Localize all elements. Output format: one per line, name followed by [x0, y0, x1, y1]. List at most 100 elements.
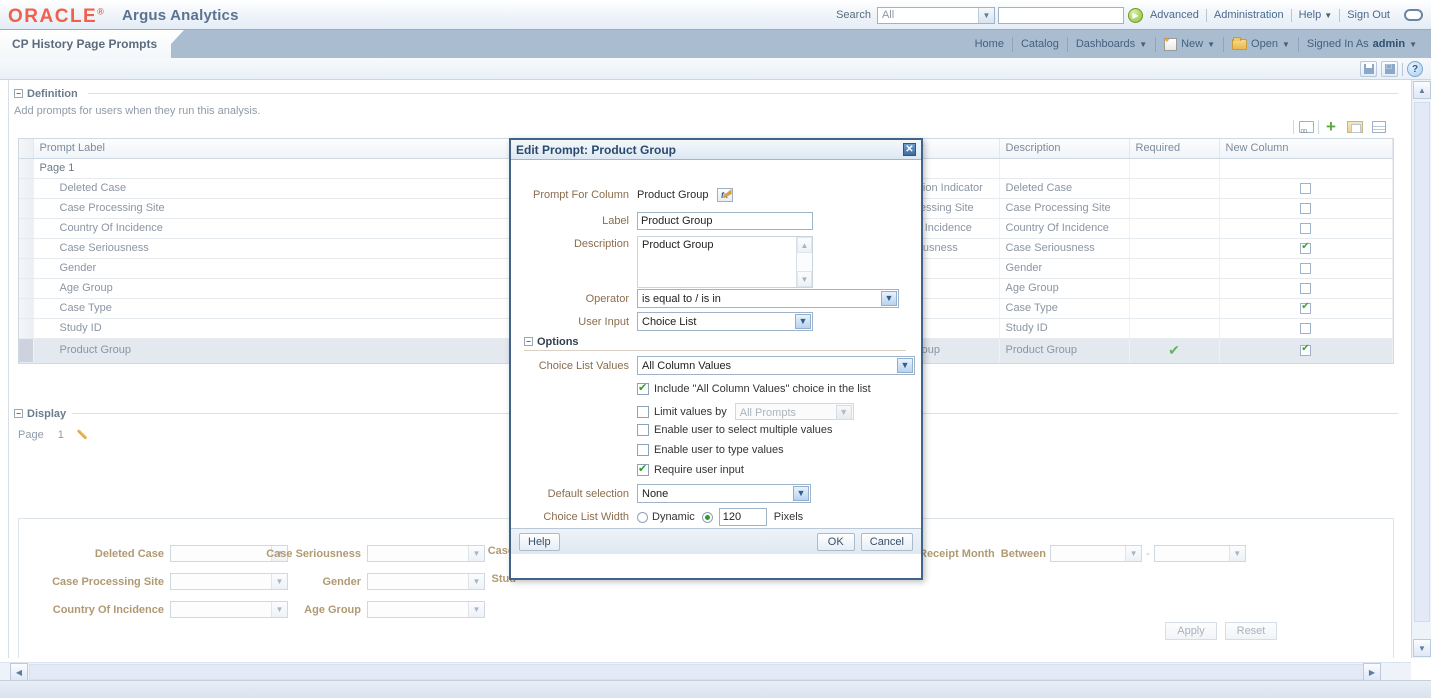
save-as-button[interactable]: [1381, 61, 1398, 77]
vertical-scrollbar[interactable]: ▲ ▼: [1411, 80, 1431, 658]
col-prompt-label[interactable]: Prompt Label: [33, 139, 514, 159]
option-enable-multiple-values[interactable]: Enable user to select multiple values: [637, 424, 833, 436]
checkbox-enable-type-values[interactable]: [637, 444, 649, 456]
display-field-age-group: Age Group ▼: [249, 601, 485, 618]
display-section-header[interactable]: − Display: [14, 406, 66, 421]
radio-width-pixels[interactable]: [701, 511, 713, 523]
description-scrollbar[interactable]: ▲ ▼: [796, 237, 812, 287]
nav-item-dashboards[interactable]: Dashboards ▼: [1068, 38, 1155, 50]
help-button[interactable]: Help: [519, 532, 560, 551]
nav-item-home[interactable]: Home: [967, 38, 1012, 50]
label-input[interactable]: Product Group: [637, 212, 813, 230]
description-textarea[interactable]: Product Group ▲ ▼: [637, 236, 813, 288]
nav-item-new[interactable]: New▼: [1156, 35, 1223, 51]
option-enable-type-values[interactable]: Enable user to type values: [637, 444, 784, 456]
col-new-column[interactable]: New Column: [1219, 139, 1393, 159]
row-handle[interactable]: [19, 218, 34, 239]
row-handle[interactable]: [19, 278, 34, 299]
col-required[interactable]: Required: [1129, 139, 1220, 159]
page-tab[interactable]: CP History Page Prompts: [0, 30, 172, 58]
options-section-header[interactable]: − Options: [524, 334, 579, 349]
limit-values-by-select[interactable]: All Prompts ▼: [734, 403, 854, 420]
search-input[interactable]: [997, 6, 1124, 24]
receipt-month-to-input[interactable]: ▼: [1153, 545, 1246, 562]
scroll-down-icon[interactable]: ▼: [1413, 639, 1431, 657]
checkbox-new-column[interactable]: [1300, 301, 1312, 314]
apply-button[interactable]: Apply: [1165, 622, 1217, 640]
search-scope-select[interactable]: All ▼: [876, 6, 995, 24]
sign-out-link[interactable]: Sign Out: [1340, 9, 1397, 21]
help-menu[interactable]: Help ▼: [1292, 9, 1340, 21]
display-select-age-group[interactable]: ▼: [367, 601, 485, 618]
checkbox-new-column[interactable]: [1300, 343, 1312, 356]
row-handle[interactable]: [19, 238, 34, 259]
checkbox-new-column[interactable]: [1300, 262, 1312, 274]
edit-formula-icon[interactable]: fx: [716, 188, 733, 202]
radio-width-dynamic[interactable]: [637, 511, 648, 523]
option-limit-values-by[interactable]: Limit values by All Prompts ▼: [637, 403, 854, 420]
reset-button[interactable]: Reset: [1225, 622, 1277, 640]
checkbox-new-column[interactable]: [1300, 241, 1312, 254]
vertical-scroll-thumb[interactable]: [1414, 102, 1430, 622]
checkbox-new-column[interactable]: [1300, 182, 1312, 194]
display-label-case-seriousness: Case Seriousness: [266, 547, 361, 560]
row-handle[interactable]: [19, 178, 34, 199]
row-handle[interactable]: [19, 198, 34, 219]
collapse-icon[interactable]: −: [524, 337, 533, 346]
checkbox-include-all-column-values[interactable]: [637, 381, 649, 395]
cell-required: [1129, 278, 1220, 299]
checkbox-require-user-input[interactable]: [637, 462, 649, 476]
col-description[interactable]: Description: [999, 139, 1130, 159]
row-handle[interactable]: [19, 318, 34, 339]
cancel-button[interactable]: Cancel: [860, 532, 913, 551]
scroll-left-icon[interactable]: ◀: [10, 663, 28, 681]
advanced-link[interactable]: Advanced: [1143, 9, 1206, 21]
checkbox-new-column[interactable]: [1300, 202, 1312, 214]
nav-item-open[interactable]: Open ▼: [1224, 36, 1298, 50]
horizontal-scrollbar[interactable]: ◀ ▶: [0, 662, 1411, 681]
dialog-title-bar[interactable]: Edit Prompt: Product Group ✕: [511, 140, 921, 160]
option-include-all-column-values[interactable]: Include "All Column Values" choice in th…: [637, 381, 871, 395]
ok-button[interactable]: OK: [816, 532, 855, 551]
collapse-icon[interactable]: −: [14, 409, 23, 418]
receipt-month-from-input[interactable]: ▼: [1050, 545, 1143, 562]
horizontal-scroll-thumb[interactable]: [29, 664, 1374, 680]
choice-list-values-select[interactable]: All Column Values ▼: [637, 356, 915, 375]
new-group-button[interactable]: [1343, 117, 1367, 137]
nav-item-catalog[interactable]: Catalog: [1013, 38, 1067, 50]
default-selection-select[interactable]: None ▼: [637, 484, 811, 503]
close-icon[interactable]: ✕: [903, 143, 916, 156]
display-select-gender[interactable]: ▼: [367, 573, 485, 590]
scroll-right-icon[interactable]: ▶: [1363, 663, 1381, 681]
width-pixels-input[interactable]: 120: [718, 508, 767, 526]
administration-link[interactable]: Administration: [1207, 9, 1291, 21]
pencil-icon[interactable]: [78, 428, 92, 442]
row-handle[interactable]: [19, 298, 34, 319]
display-select-case-seriousness[interactable]: ▼: [367, 545, 485, 562]
scroll-up-icon[interactable]: ▲: [797, 237, 812, 253]
option-require-user-input[interactable]: Require user input: [637, 462, 744, 476]
go-icon[interactable]: ▶: [1127, 7, 1143, 23]
help-icon[interactable]: ?: [1407, 61, 1423, 77]
scroll-up-icon[interactable]: ▲: [1413, 81, 1431, 99]
checkbox-new-column[interactable]: [1300, 222, 1312, 234]
signed-in-as[interactable]: Signed In As admin ▼: [1299, 38, 1425, 50]
add-prompt-button[interactable]: +: [1319, 117, 1343, 137]
default-selection-row: Default selection None ▼: [521, 484, 811, 503]
table-view-button[interactable]: [1367, 117, 1391, 137]
definition-section-header[interactable]: − Definition: [14, 86, 78, 101]
checkbox-enable-multiple-values[interactable]: [637, 424, 649, 436]
row-handle[interactable]: [19, 158, 34, 179]
save-button[interactable]: [1360, 61, 1377, 77]
scroll-down-icon[interactable]: ▼: [797, 271, 812, 287]
preview-button[interactable]: [1294, 117, 1318, 137]
row-handle[interactable]: [19, 258, 34, 279]
checkbox-limit-values-by[interactable]: [637, 405, 649, 418]
checkbox-new-column[interactable]: [1300, 322, 1312, 334]
row-handle[interactable]: [19, 338, 34, 363]
operator-select[interactable]: is equal to / is in ▼: [637, 289, 899, 308]
options-title: Options: [537, 335, 579, 348]
checkbox-new-column[interactable]: [1300, 282, 1312, 294]
collapse-icon[interactable]: −: [14, 89, 23, 98]
user-input-select[interactable]: Choice List ▼: [637, 312, 813, 331]
